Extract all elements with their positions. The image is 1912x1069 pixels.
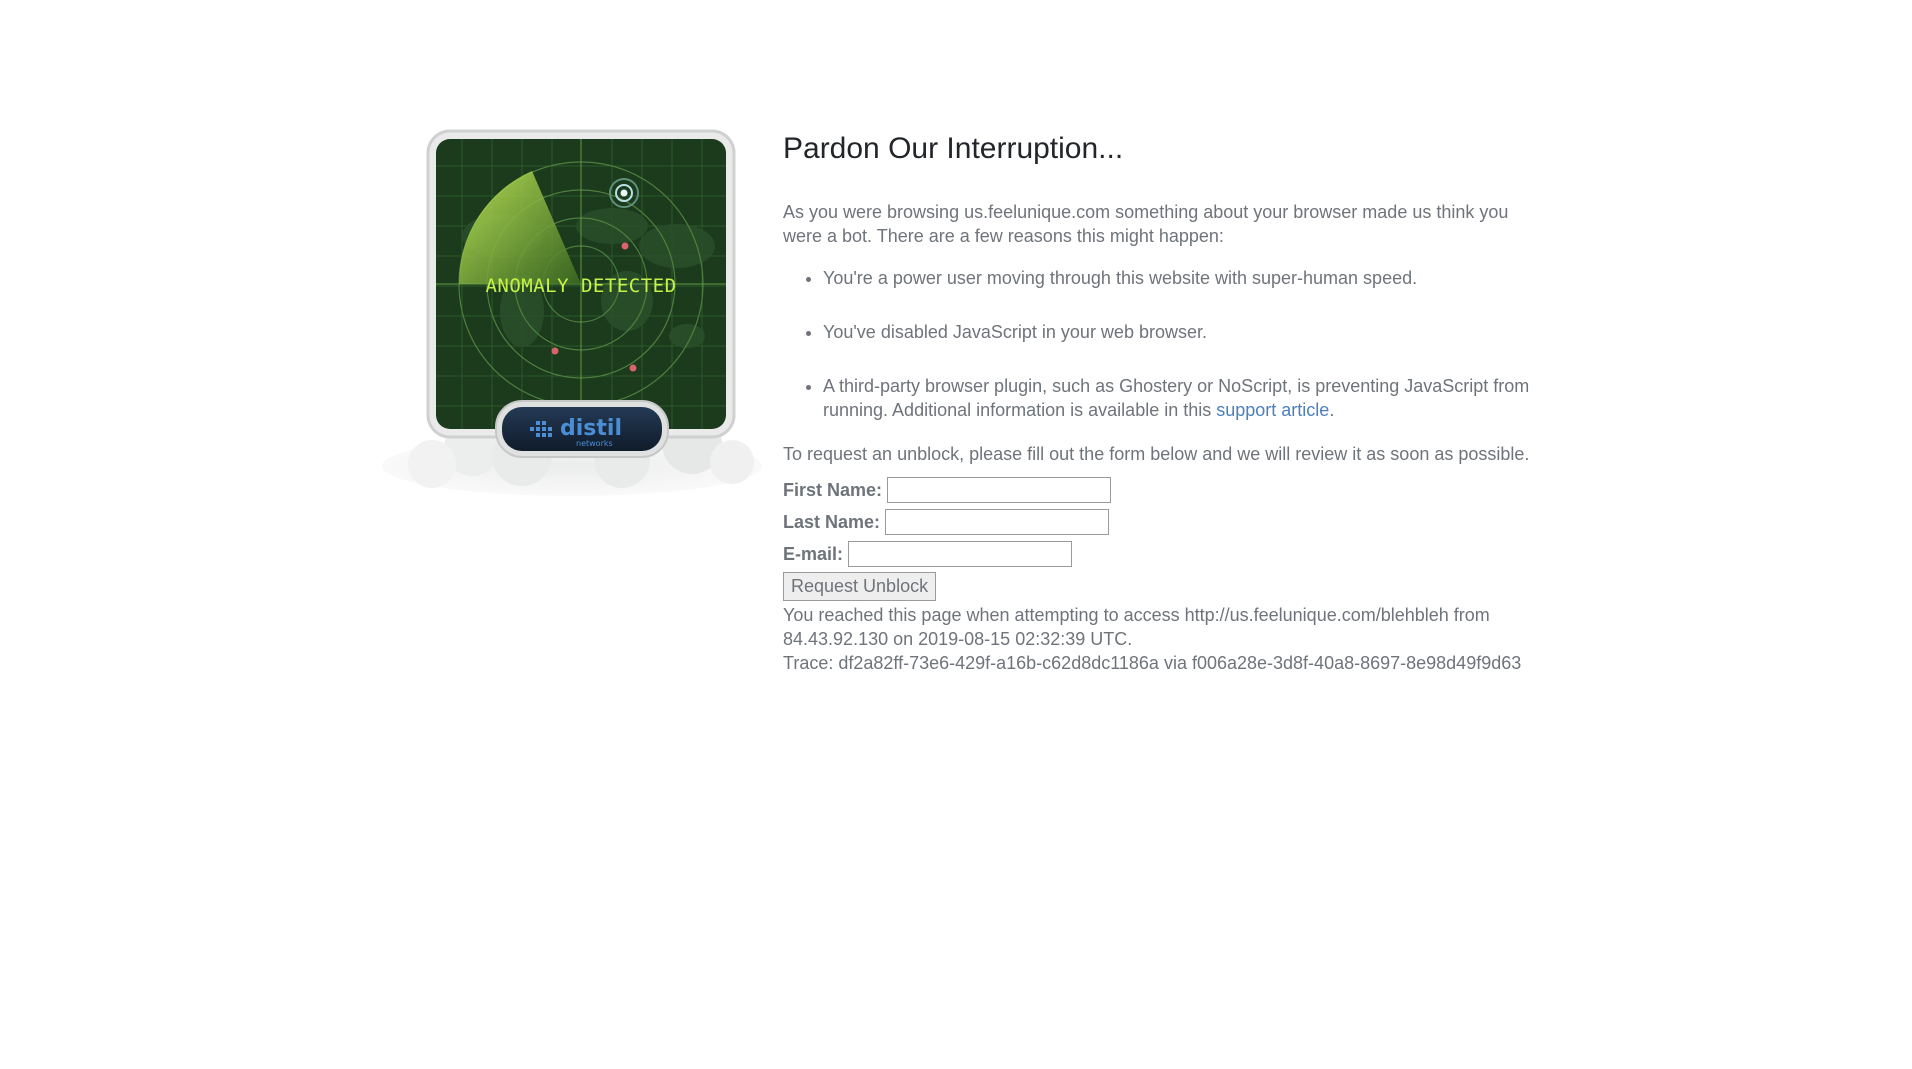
trace-info-text: Trace: df2a82ff-73e6-429f-a16b-c62d8dc11… <box>783 653 1522 673</box>
first-name-row: First Name: <box>783 474 1543 506</box>
support-article-link[interactable]: support article <box>1216 400 1329 420</box>
reason-item: A third-party browser plugin, such as Gh… <box>823 374 1543 422</box>
email-row: E-mail: <box>783 538 1543 570</box>
reason-item: You're a power user moving through this … <box>823 266 1543 290</box>
anomaly-radar-illustration: ANOMALY DETECTED distil networks <box>372 126 772 496</box>
last-name-input[interactable] <box>885 509 1110 535</box>
radar-graphic: ANOMALY DETECTED distil networks <box>382 129 762 496</box>
anomaly-detected-text: ANOMALY DETECTED <box>485 275 676 297</box>
reason-text: A third-party browser plugin, such as Gh… <box>823 376 1530 420</box>
radar-blip <box>629 364 637 372</box>
reasons-list: You're a power user moving through this … <box>783 266 1543 422</box>
first-name-input[interactable] <box>887 477 1112 503</box>
svg-text:distil: distil <box>560 416 622 441</box>
access-info-text: You reached this page when attempting to… <box>783 605 1490 649</box>
last-name-row: Last Name: <box>783 506 1543 538</box>
request-unblock-text: To request an unblock, please fill out t… <box>783 444 1530 464</box>
last-name-label: Last Name: <box>783 512 881 532</box>
email-label: E-mail: <box>783 544 844 564</box>
radar-blip <box>621 242 629 250</box>
request-unblock-button[interactable]: Request Unblock <box>783 572 937 601</box>
main-content: Pardon Our Interruption... As you were b… <box>783 126 1543 675</box>
svg-text:networks: networks <box>576 439 613 448</box>
first-name-label: First Name: <box>783 480 883 500</box>
reason-item: You've disabled JavaScript in your web b… <box>823 320 1543 344</box>
page: ANOMALY DETECTED distil networks Pardon … <box>0 0 1912 1069</box>
reason-suffix: . <box>1329 400 1335 420</box>
intro-text: As you were browsing us.feelunique.com s… <box>783 202 1509 246</box>
email-input[interactable] <box>848 541 1073 567</box>
distil-networks-logo: distil networks <box>495 400 669 458</box>
page-title: Pardon Our Interruption... <box>783 132 1124 165</box>
radar-blip <box>551 347 559 355</box>
unblock-form: First Name: Last Name: E-mail: Request U… <box>783 474 1543 601</box>
